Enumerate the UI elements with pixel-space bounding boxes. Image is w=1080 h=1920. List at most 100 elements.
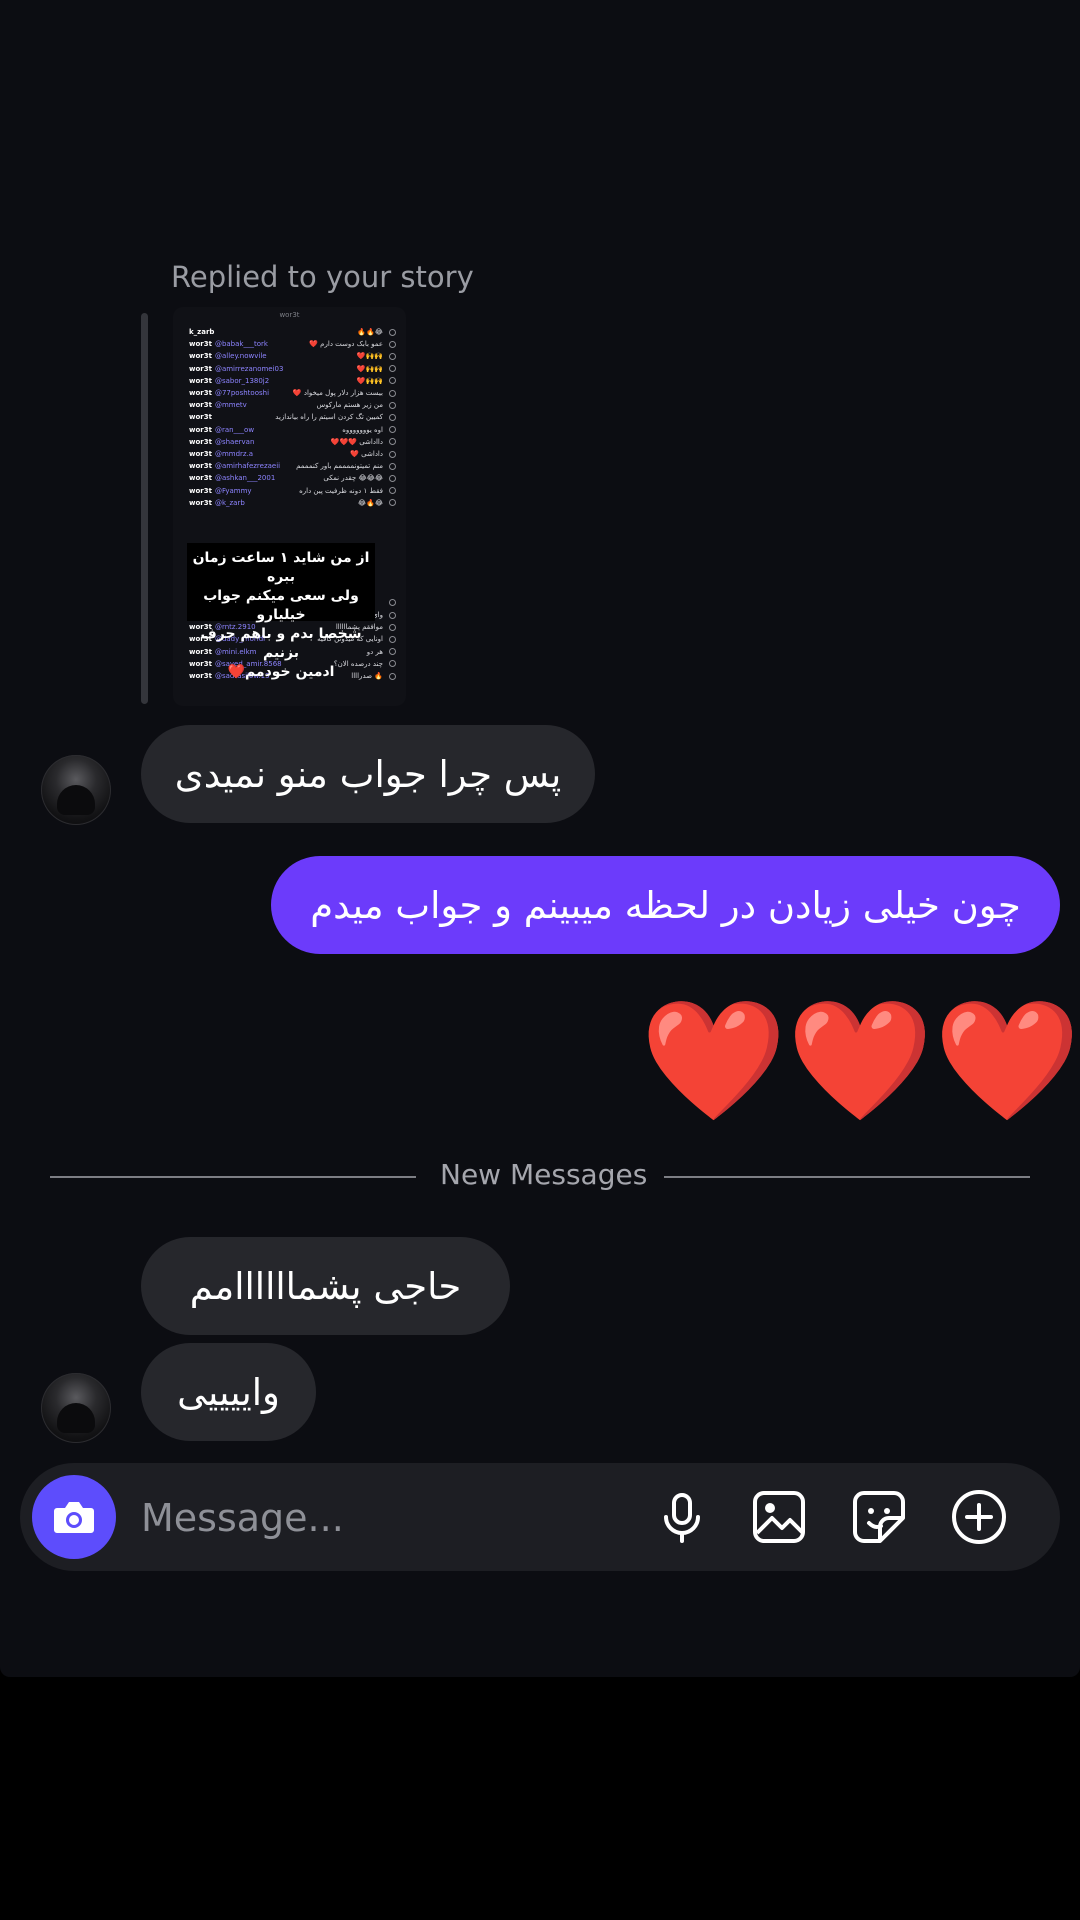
story-comment-row: wor3t @alley.nowvile 🙌🙌❤️ <box>189 351 396 361</box>
story-like-icon <box>389 660 396 668</box>
story-comment-mention: @sabor_1380j2 <box>214 376 270 385</box>
camera-icon <box>54 1502 94 1533</box>
story-comment-user: wor3t <box>189 401 212 410</box>
story-comment-row: wor3t @amirhafezrezaeii منم تمیتونممممم با… <box>189 461 396 471</box>
plus-icon[interactable] <box>949 1487 1009 1547</box>
story-comment-row: wor3t کمیین تگ کردن اسیتم را راه بیاندازی… <box>189 412 396 422</box>
story-like-icon <box>389 474 396 482</box>
gallery-icon[interactable] <box>749 1487 809 1547</box>
story-comment-text: داداشی ❤️ <box>350 450 383 458</box>
new-messages-label: New Messages <box>440 1158 648 1191</box>
story-comment-mention: @mmdrz.a <box>214 450 254 458</box>
story-comment-user: wor3t <box>189 450 212 458</box>
story-comment-text: 😂🔥🔥 <box>357 328 383 336</box>
story-comment-mention: @mmetv <box>214 401 247 410</box>
story-comment-text: کمیین تگ کردن اسیتم را راه بیاندازید <box>275 413 383 422</box>
story-comment-text: 🙌🙌❤️ <box>356 352 383 361</box>
story-comment-user: wor3t <box>189 486 212 495</box>
story-comment-row: wor3t @mmetv من زیر هستم مارکوس <box>189 400 396 410</box>
story-comment-row: wor3t @77poshtooshi بیست هزار دلار پول میخ… <box>189 388 396 398</box>
replied-to-story-label: Replied to your story <box>171 260 474 294</box>
story-comment-mention: @alley.nowvile <box>214 352 267 361</box>
story-like-icon <box>389 438 396 446</box>
camera-button[interactable] <box>32 1475 116 1559</box>
story-preview[interactable]: wor3t k_zarb 😂🔥🔥 wor3t @babak___tork عمو باب… <box>173 307 406 706</box>
message-input[interactable]: Message... <box>141 1496 344 1540</box>
story-overlay-line: ادمین خودمم❤️ <box>227 664 335 680</box>
story-comment-text: اوه یوووووووه <box>342 425 383 434</box>
microphone-icon[interactable] <box>652 1487 712 1547</box>
incoming-message[interactable]: پس چرا جواب منو نمیدی <box>141 725 595 823</box>
story-comment-mention: @shaervan <box>214 437 255 446</box>
story-comment-row: wor3t @mmdrz.a داداشی ❤️ <box>189 449 396 459</box>
story-comment-text: 😂😂😂 چقدر نمکی <box>323 474 383 483</box>
story-comment-row: wor3t @Fyammy فقط ۱ دونه ظرفیت پین داره <box>189 486 396 496</box>
story-like-icon <box>389 648 396 656</box>
story-comment-row: wor3t @k_zarb 😂🔥😂 <box>189 498 396 508</box>
avatar[interactable] <box>41 1373 111 1443</box>
story-header: wor3t <box>279 311 300 319</box>
incoming-message[interactable]: واییییی <box>141 1343 316 1441</box>
story-comment-user: wor3t <box>189 498 212 507</box>
story-comment-user: wor3t <box>189 340 212 349</box>
story-comment-text: فقط ۱ دونه ظرفیت پین داره <box>299 486 383 495</box>
divider-right <box>664 1176 1030 1178</box>
story-comment-mention: @Fyammy <box>214 486 252 495</box>
story-like-icon <box>389 340 396 348</box>
story-comment-row: wor3t @babak___tork عمو بابک دوست دارم ❤️ <box>189 339 396 349</box>
chat-screen: Replied to your story wor3t k_zarb 😂🔥🔥 wor… <box>0 0 1080 1677</box>
sticker-icon[interactable] <box>849 1487 909 1547</box>
story-comment-text: بیست هزار دلار پول میخواد ❤️ <box>292 389 383 397</box>
story-like-icon <box>389 426 396 434</box>
story-comment-row: k_zarb 😂🔥🔥 <box>189 327 396 337</box>
story-comment-user: wor3t <box>189 474 212 483</box>
story-comment-user: wor3t <box>189 425 212 434</box>
story-like-icon <box>389 413 396 421</box>
story-like-icon <box>389 672 396 680</box>
story-like-icon <box>389 401 396 409</box>
story-comment-mention: @amirhafezrezaeii <box>214 462 281 471</box>
outgoing-message[interactable]: چون خیلی زیادن در لحظه میبینم و جواب مید… <box>271 856 1060 954</box>
story-comment-text: دااداشی ❤️❤️❤️ <box>330 437 383 446</box>
story-comment-mention: @77poshtooshi <box>214 389 270 397</box>
incoming-message[interactable]: حاجی پشماااااامم <box>141 1237 510 1335</box>
story-comment-mention: @babak___tork <box>214 340 268 349</box>
story-overlay-text: از من شاید ۱ ساعت زمان ببره ولی سعی میکن… <box>187 549 375 682</box>
avatar[interactable] <box>41 755 111 825</box>
story-overlay-line: ولی سعی میکنم جواب خیلیارو <box>203 588 359 623</box>
story-comment-text: 🙌🙌❤️ <box>356 364 383 373</box>
story-comment-user: wor3t <box>189 437 212 446</box>
story-like-icon <box>389 328 396 336</box>
story-like-icon <box>389 635 396 643</box>
story-like-icon <box>389 611 396 619</box>
story-like-icon <box>389 599 396 607</box>
story-comment-user: wor3t <box>189 376 212 385</box>
story-comment-mention: @k_zarb <box>214 498 245 507</box>
message-composer: Message... <box>20 1463 1060 1571</box>
story-like-icon <box>389 365 396 373</box>
story-comment-row: wor3t @ashkan___2001 😂😂😂 چقدر نمکی <box>189 473 396 483</box>
story-comment-user: wor3t <box>189 413 212 422</box>
story-comment-row: wor3t @ran___ow اوه یوووووووه <box>189 425 396 435</box>
story-like-icon <box>389 377 396 385</box>
story-comment-row: wor3t @amirrezanomei03 🙌🙌❤️ <box>189 364 396 374</box>
story-comment-user: wor3t <box>189 364 212 373</box>
story-comment-mention: @ashkan___2001 <box>214 474 276 483</box>
story-comment-text: 🙌🙌❤️ <box>356 376 383 385</box>
story-comment-mention: @amirrezanomei03 <box>214 364 284 373</box>
hearts-emoji-message[interactable]: ❤️❤️❤️ <box>640 995 1080 1125</box>
story-overlay-line: شخصا بدم و باهم حرف بزنیم <box>200 626 362 661</box>
story-like-icon <box>389 487 396 495</box>
story-comment-text: 😂🔥😂 <box>357 498 383 507</box>
story-comment-row: wor3t @sabor_1380j2 🙌🙌❤️ <box>189 376 396 386</box>
story-like-icon <box>389 462 396 470</box>
story-comment-user: wor3t <box>189 389 212 397</box>
story-comment-text: عمو بابک دوست دارم ❤️ <box>309 340 383 349</box>
story-comment-text: منم تمیتونممممم باور کنمممم <box>296 462 383 471</box>
story-comment-text: من زیر هستم مارکوس <box>316 401 383 410</box>
divider-left <box>50 1176 416 1178</box>
story-comment-user: wor3t <box>189 462 212 471</box>
reply-quote-bar <box>141 313 148 704</box>
story-like-icon <box>389 623 396 631</box>
story-comment-user: wor3t <box>189 352 212 361</box>
